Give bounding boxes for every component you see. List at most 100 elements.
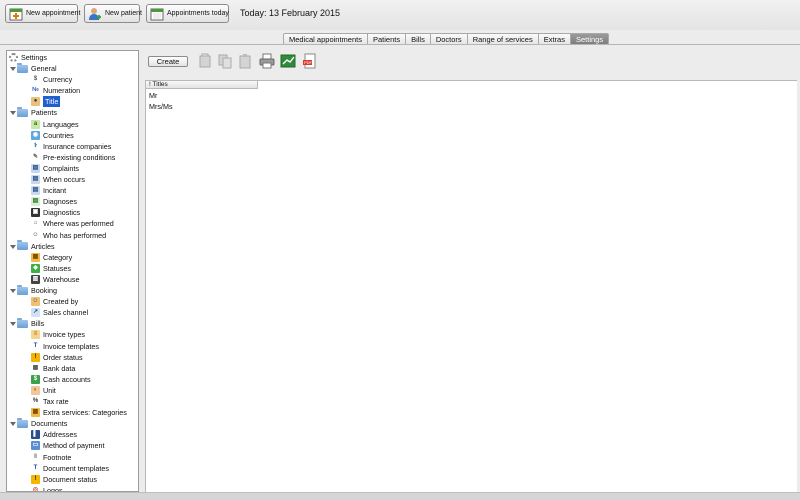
person-icon: ● — [31, 97, 40, 107]
tree-item-label: Warehouse — [43, 274, 80, 284]
tree-item-label: Who has performed — [43, 230, 107, 240]
template-icon: T — [31, 341, 40, 351]
gear-icon — [9, 53, 18, 62]
today-date: Today: 13 February 2015 — [240, 8, 341, 18]
export-pdf-icon[interactable]: PDF — [302, 53, 318, 69]
tree-item-who-has-performed[interactable]: ☺ Who has performed — [31, 230, 106, 241]
tree-item-invoice-templates[interactable]: T Invoice templates — [31, 341, 99, 352]
tree-item-label: Invoice templates — [43, 341, 99, 351]
tree-group-articles[interactable]: Articles — [9, 240, 55, 252]
user-add-icon — [88, 7, 102, 21]
languages-icon: a — [31, 119, 40, 129]
new-appointment-button[interactable]: New appointment — [5, 4, 81, 23]
tree-item-category[interactable]: ▦ Category — [31, 252, 72, 263]
tree-item-addresses[interactable]: ▌ Addresses — [31, 429, 77, 440]
currency-icon: $ — [31, 75, 40, 85]
tree-item-label: Where was performed — [43, 219, 114, 229]
tree-item-sales-channel[interactable]: ↗ Sales channel — [31, 307, 88, 318]
tree-item-document-templates[interactable]: T Document templates — [31, 463, 109, 474]
tree-item-complaints[interactable]: ▤ Complaints — [31, 163, 79, 174]
cash-icon: $ — [31, 374, 40, 384]
expand-toggle-icon[interactable] — [9, 285, 16, 296]
settings-tree[interactable]: Settings General $ Currency № Numeration ● Tit… — [6, 50, 139, 492]
cut-icon[interactable] — [197, 53, 213, 69]
table-row[interactable]: Mrs/Ms — [149, 102, 173, 111]
tree-group-bills[interactable]: Bills — [9, 317, 44, 329]
tree-item-extra-services-categories[interactable]: ▦ Extra services: Categories — [31, 407, 127, 418]
tree-item-when-occurs[interactable]: ▤ When occurs — [31, 174, 85, 185]
expand-toggle-icon[interactable] — [9, 241, 16, 252]
expand-toggle-icon[interactable] — [9, 418, 16, 429]
tree-item-logos[interactable]: ◎ Logos — [31, 485, 63, 492]
tree-item-label: Logos — [43, 485, 63, 492]
tree-item-currency[interactable]: $ Currency — [31, 74, 72, 85]
tree-item-label: Extra services: Categories — [43, 408, 127, 418]
folder-icon — [17, 317, 28, 328]
tree-item-warehouse[interactable]: ▥ Warehouse — [31, 274, 80, 285]
tree-item-label: Title — [43, 96, 61, 108]
tree-item-cash-accounts[interactable]: $ Cash accounts — [31, 374, 91, 385]
titles-column-header[interactable]: ! Titles — [146, 81, 258, 89]
folder-icon — [17, 417, 28, 428]
tree-item-footnote[interactable]: ‖ Footnote — [31, 452, 71, 463]
new-appointment-label: New appointment — [26, 10, 81, 17]
tree-item-label: Statuses — [43, 263, 71, 273]
tree-item-diagnostics[interactable]: ▣ Diagnostics — [31, 207, 80, 218]
tree-item-diagnoses[interactable]: ▤ Diagnoses — [31, 196, 77, 207]
create-button[interactable]: Create — [148, 56, 188, 67]
print-icon[interactable] — [259, 53, 275, 69]
tree-item-order-status[interactable]: ! Order status — [31, 352, 83, 363]
warehouse-icon: ▥ — [31, 274, 40, 284]
paste-icon[interactable] — [237, 53, 253, 69]
caduceus-icon: ⚕ — [31, 141, 40, 151]
titles-table[interactable]: ! Titles Mr Mrs/Ms — [145, 80, 797, 492]
chart-icon: ↗ — [31, 308, 40, 318]
tree-group-booking[interactable]: Booking — [9, 284, 57, 296]
building-icon: ⌂ — [31, 219, 40, 229]
tree-item-title[interactable]: ● Title — [31, 96, 61, 108]
tree-root-settings[interactable]: Settings — [9, 52, 47, 63]
tree-item-label: Incitant — [43, 186, 67, 196]
new-patient-button[interactable]: New patient — [84, 4, 142, 23]
tree-item-tax-rate[interactable]: % Tax rate — [31, 396, 69, 407]
tree-item-label: Complaints — [43, 163, 79, 173]
tree-group-patients[interactable]: Patients — [9, 106, 57, 118]
folder-icon — [17, 62, 28, 73]
tree-item-numeration[interactable]: № Numeration — [31, 85, 80, 96]
category-icon: ▦ — [31, 408, 40, 418]
tree-item-incitant[interactable]: ▤ Incitant — [31, 185, 66, 196]
expand-toggle-icon[interactable] — [9, 107, 16, 118]
tree-item-bank-data[interactable]: ▦ Bank data — [31, 363, 75, 374]
tree-group-label: General — [31, 64, 57, 73]
tree-item-document-status[interactable]: ! Document status — [31, 474, 97, 485]
tree-item-label: Document status — [43, 474, 97, 484]
tree-item-label: Sales channel — [43, 308, 89, 318]
copy-icon[interactable] — [217, 53, 233, 69]
pencil-icon: ✎ — [31, 152, 40, 162]
appointments-today-button[interactable]: Appointments today — [146, 4, 229, 23]
folder-icon — [17, 240, 28, 251]
tree-item-insurance-companies[interactable]: ⚕ Insurance companies — [31, 141, 111, 152]
tree-item-unit[interactable]: ◐ Unit — [31, 385, 56, 396]
tree-item-countries[interactable]: ◉ Countries — [31, 130, 74, 141]
export-excel-icon[interactable] — [280, 53, 296, 69]
tree-item-method-of-payment[interactable]: ▭ Method of payment — [31, 440, 105, 451]
tree-item-languages[interactable]: a Languages — [31, 119, 79, 130]
tree-item-statuses[interactable]: ◆ Statuses — [31, 263, 71, 274]
tree-item-created-by[interactable]: ☺ Created by — [31, 296, 78, 307]
tree-item-label: Invoice types — [43, 330, 85, 340]
tree-item-label: Currency — [43, 75, 73, 85]
table-row[interactable]: Mr — [149, 91, 157, 100]
appointments-today-label: Appointments today — [167, 10, 229, 17]
tree-item-label: Addresses — [43, 430, 77, 440]
tree-item-label: Document templates — [43, 463, 109, 473]
expand-toggle-icon[interactable] — [9, 63, 16, 74]
category-icon: ▦ — [31, 252, 40, 262]
expand-toggle-icon[interactable] — [9, 318, 16, 329]
tree-group-general[interactable]: General — [9, 62, 57, 74]
tree-item-pre-existing-conditions[interactable]: ✎ Pre-existing conditions — [31, 152, 115, 163]
tree-group-documents[interactable]: Documents — [9, 417, 67, 429]
tree-item-where-was-performed[interactable]: ⌂ Where was performed — [31, 218, 114, 229]
percent-icon: % — [31, 397, 40, 406]
tree-item-invoice-types[interactable]: ≡ Invoice types — [31, 329, 85, 340]
